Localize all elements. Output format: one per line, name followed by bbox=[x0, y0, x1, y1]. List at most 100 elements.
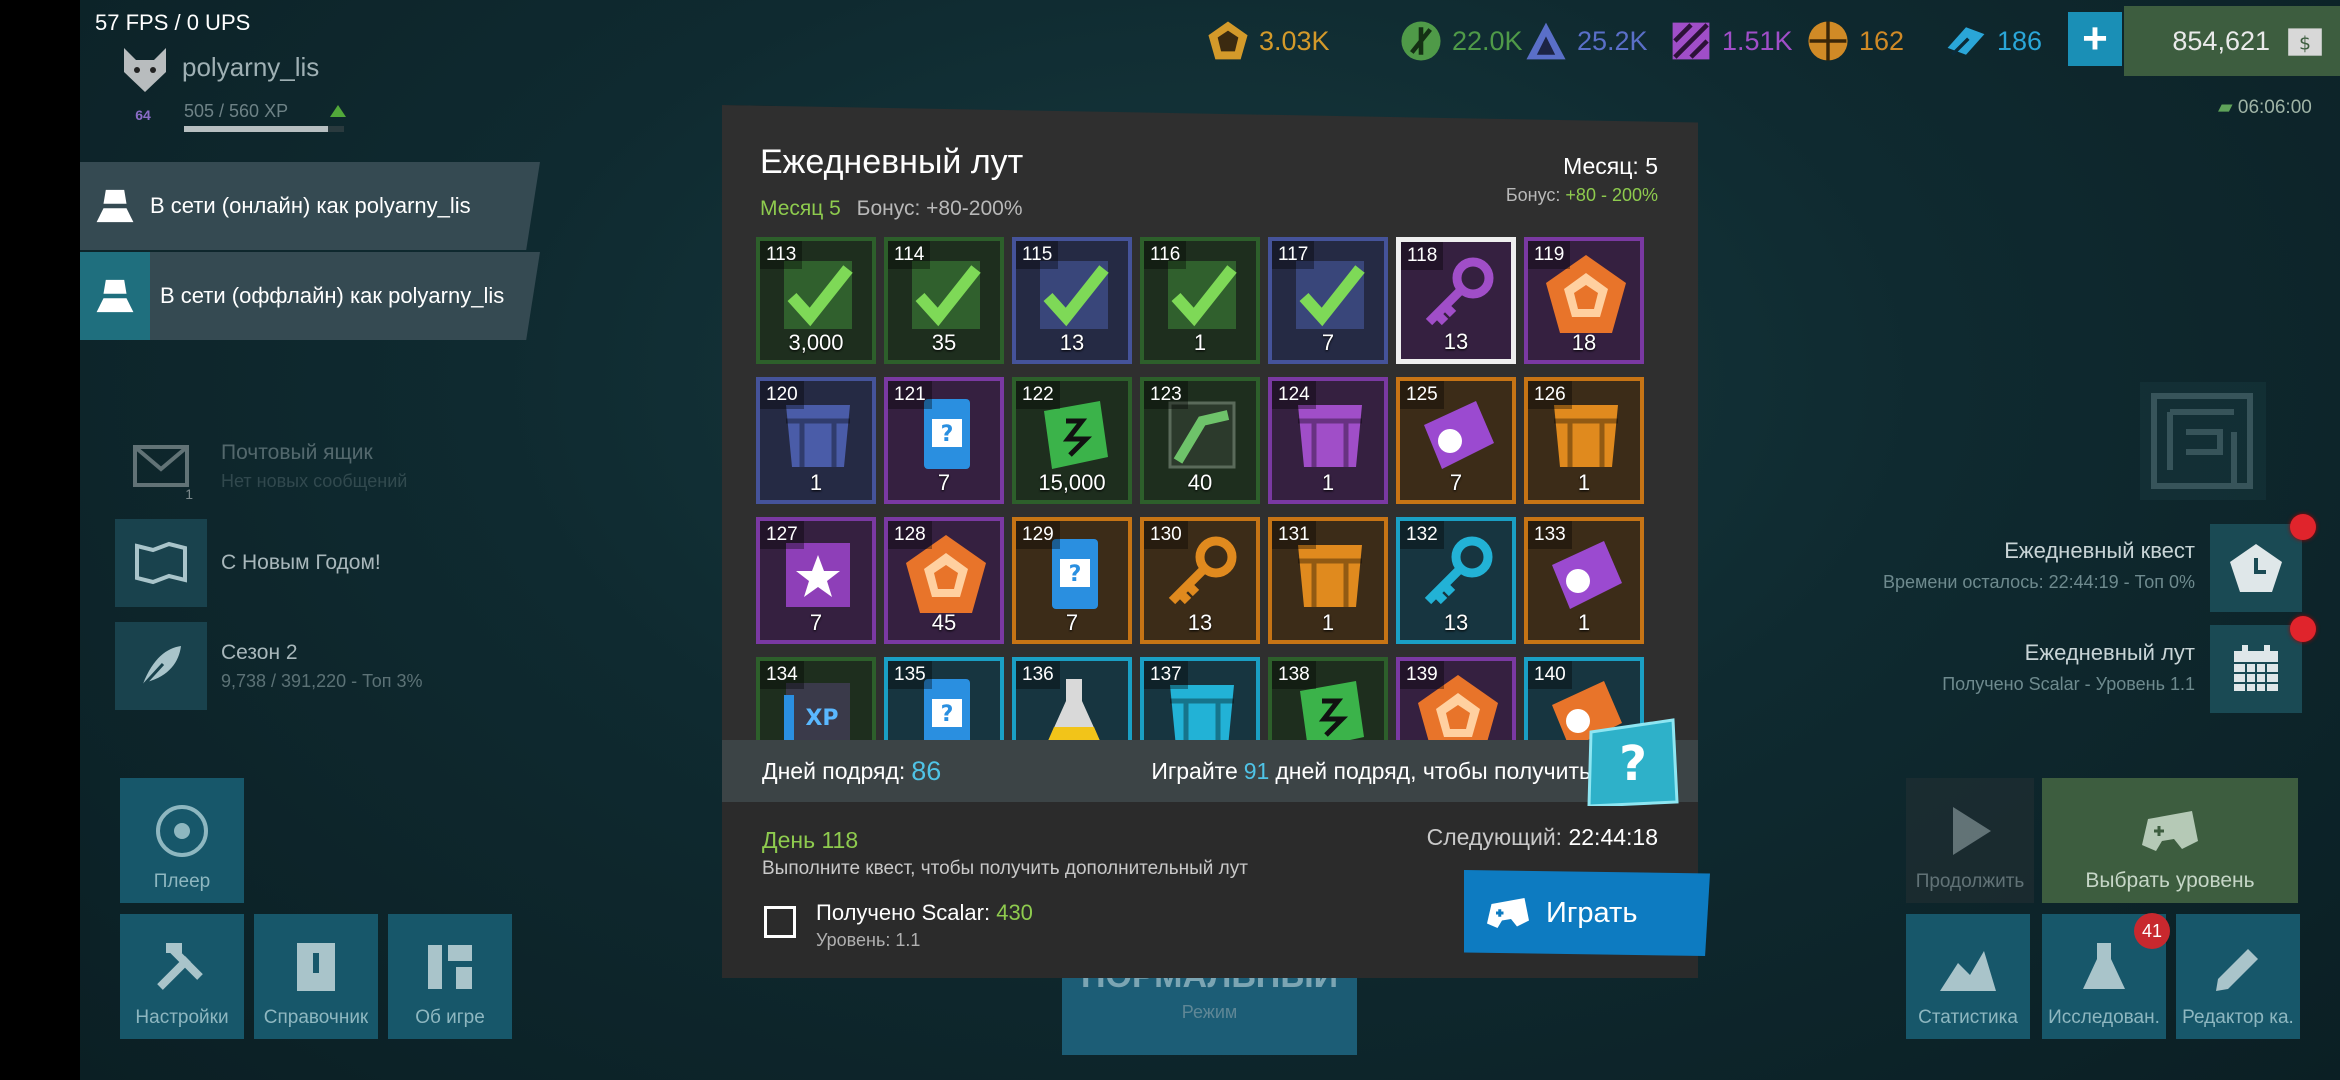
reward-amount: 35 bbox=[931, 330, 957, 355]
pencil-icon bbox=[2216, 949, 2258, 991]
reward-amount: 1 bbox=[1193, 330, 1207, 355]
stats-button[interactable]: Статистика bbox=[1906, 914, 2030, 1039]
username[interactable]: polyarny_lis bbox=[182, 52, 319, 83]
play-prefix: Играйте bbox=[1151, 757, 1238, 784]
svg-text:?: ? bbox=[941, 702, 954, 727]
reward-amount: 7 bbox=[1065, 610, 1079, 635]
loot-day-cell[interactable]: 114 35 bbox=[884, 237, 1004, 364]
svg-text:XP: XP bbox=[805, 706, 838, 731]
guide-label: Справочник bbox=[263, 1007, 369, 1028]
stats-label: Статистика bbox=[1918, 1007, 2018, 1028]
money-counter[interactable]: 854,621 $ bbox=[2124, 6, 2340, 76]
mailbox-title: Почтовый ящик bbox=[221, 440, 373, 464]
day-number: 116 bbox=[1144, 241, 1187, 269]
resource-pentagon-coin: 3.03K bbox=[1205, 16, 1330, 66]
loot-day-cell[interactable]: 118 13 bbox=[1396, 237, 1516, 364]
day-number: 140 bbox=[1528, 661, 1572, 689]
account-online-button[interactable]: В сети (онлайн) как polyarny_lis bbox=[80, 162, 540, 250]
loot-day-cell[interactable]: ? 121 7 bbox=[884, 377, 1004, 504]
loot-day-cell[interactable]: ? 129 7 bbox=[1012, 517, 1132, 644]
gamepad-icon bbox=[1487, 898, 1529, 928]
about-label: Об игре bbox=[415, 1007, 485, 1028]
feather-icon bbox=[139, 646, 181, 690]
cyan-stack-icon bbox=[1947, 27, 1985, 57]
day-number: 137 bbox=[1144, 661, 1188, 689]
newyear-button[interactable]: С Новым Годом! bbox=[115, 517, 535, 609]
loot-day-cell[interactable]: 119 18 bbox=[1524, 237, 1644, 364]
day-number: 125 bbox=[1400, 381, 1444, 409]
reward-amount: 13 bbox=[1059, 330, 1085, 355]
streak-bar: Дней подряд: 86 Играйте 91 дней подряд, … bbox=[722, 740, 1698, 802]
xp-bar bbox=[184, 126, 344, 132]
loot-day-cell[interactable]: 128 45 bbox=[884, 517, 1004, 644]
account-offline-label: В сети (оффлайн) как polyarny_lis bbox=[160, 283, 505, 308]
loot-day-cell[interactable]: 123 40 bbox=[1140, 377, 1260, 504]
continue-button[interactable]: Продолжить bbox=[1906, 778, 2034, 903]
resource-ball: 162 bbox=[1805, 16, 1904, 66]
play-triangle-icon bbox=[1953, 807, 1991, 855]
next-reward-timer: Следующий: 22:44:18 bbox=[1427, 824, 1658, 851]
play-button[interactable]: Играть bbox=[1464, 870, 1710, 956]
loot-day-cell[interactable]: 131 1 bbox=[1268, 517, 1388, 644]
loot-day-cell[interactable]: 122 15,000 bbox=[1012, 377, 1132, 504]
reward-amount: 18 bbox=[1571, 330, 1597, 355]
loot-day-cell[interactable]: 127 7 bbox=[756, 517, 876, 644]
puzzle-icon bbox=[428, 945, 472, 989]
editor-button[interactable]: Редактор ка. bbox=[2176, 914, 2300, 1039]
loot-day-cell[interactable]: 124 1 bbox=[1268, 377, 1388, 504]
fox-avatar-icon[interactable] bbox=[118, 42, 172, 96]
resource-shard: 1.51K bbox=[1668, 16, 1793, 66]
day-number: 120 bbox=[760, 381, 804, 409]
minimap-maze-icon bbox=[2151, 393, 2253, 489]
reward-amount: 15,000 bbox=[1038, 470, 1106, 495]
day-number: 130 bbox=[1144, 521, 1188, 549]
quest-title: Получено Scalar: 430 bbox=[816, 900, 1033, 926]
player-button[interactable]: Плеер bbox=[120, 778, 244, 903]
quest-value: 430 bbox=[996, 900, 1033, 925]
guide-button[interactable]: Справочник bbox=[254, 914, 378, 1039]
purple-shard-icon bbox=[1672, 22, 1710, 60]
loot-day-cell[interactable]: 125 7 bbox=[1396, 377, 1516, 504]
loot-day-cell[interactable]: 133 1 bbox=[1524, 517, 1644, 644]
loot-day-cell[interactable]: 117 7 bbox=[1268, 237, 1388, 364]
month-right: Месяц: 5 bbox=[1563, 153, 1658, 179]
day-number: 134 bbox=[760, 661, 804, 689]
loot-day-cell[interactable]: 132 13 bbox=[1396, 517, 1516, 644]
loot-day-cell[interactable]: 113 3,000 bbox=[756, 237, 876, 364]
book-icon bbox=[297, 943, 335, 991]
daily-quest-button[interactable] bbox=[2210, 524, 2302, 612]
account-offline-button[interactable]: В сети (оффлайн) как polyarny_lis bbox=[80, 252, 540, 340]
resource-stack: 186 bbox=[1943, 16, 2042, 66]
bonus-label: Бонус: +80-200% bbox=[856, 197, 1023, 220]
about-button[interactable]: Об игре bbox=[388, 914, 512, 1039]
loot-day-cell[interactable]: 120 1 bbox=[756, 377, 876, 504]
season-button[interactable]: Сезон 2 9,738 / 391,220 - Топ 3% bbox=[115, 620, 535, 712]
loot-day-cell[interactable]: 126 1 bbox=[1524, 377, 1644, 504]
loot-day-cell[interactable]: 130 13 bbox=[1140, 517, 1260, 644]
loot-notification-dot bbox=[2290, 616, 2316, 642]
mystery-box-button[interactable]: ? bbox=[1585, 718, 1679, 808]
add-currency-button[interactable]: + bbox=[2068, 12, 2122, 66]
reward-amount: 40 bbox=[1187, 470, 1213, 495]
day-number: 133 bbox=[1528, 521, 1572, 549]
resource-value: 186 bbox=[1997, 25, 2043, 56]
daily-loot-dialog: Ежедневный лут Месяц 5 Бонус: +80-200% М… bbox=[722, 105, 1698, 978]
clock-pentagon-icon bbox=[2230, 544, 2282, 592]
quest-level: Уровень: 1.1 bbox=[816, 930, 921, 950]
quest-checkbox[interactable] bbox=[764, 906, 796, 938]
research-badge: 41 bbox=[2134, 913, 2170, 949]
play-label: Играть bbox=[1546, 896, 1638, 929]
reward-amount: 7 bbox=[937, 470, 951, 495]
mode-sub: Режим bbox=[1181, 1002, 1238, 1022]
calendar-icon bbox=[2234, 645, 2278, 691]
loot-day-cell[interactable]: 115 13 bbox=[1012, 237, 1132, 364]
tools-icon bbox=[157, 943, 203, 990]
daily-loot-button[interactable] bbox=[2210, 625, 2302, 713]
choose-level-button[interactable]: Выбрать уровень bbox=[2042, 778, 2298, 903]
level-value: 64 bbox=[135, 107, 151, 123]
loot-day-cell[interactable]: 116 1 bbox=[1140, 237, 1260, 364]
day-number: 113 bbox=[760, 241, 803, 269]
reward-amount: 13 bbox=[1443, 329, 1469, 354]
settings-button[interactable]: Настройки bbox=[120, 914, 244, 1039]
mailbox-button[interactable]: 1 Почтовый ящик Нет новых сообщений bbox=[115, 420, 535, 512]
